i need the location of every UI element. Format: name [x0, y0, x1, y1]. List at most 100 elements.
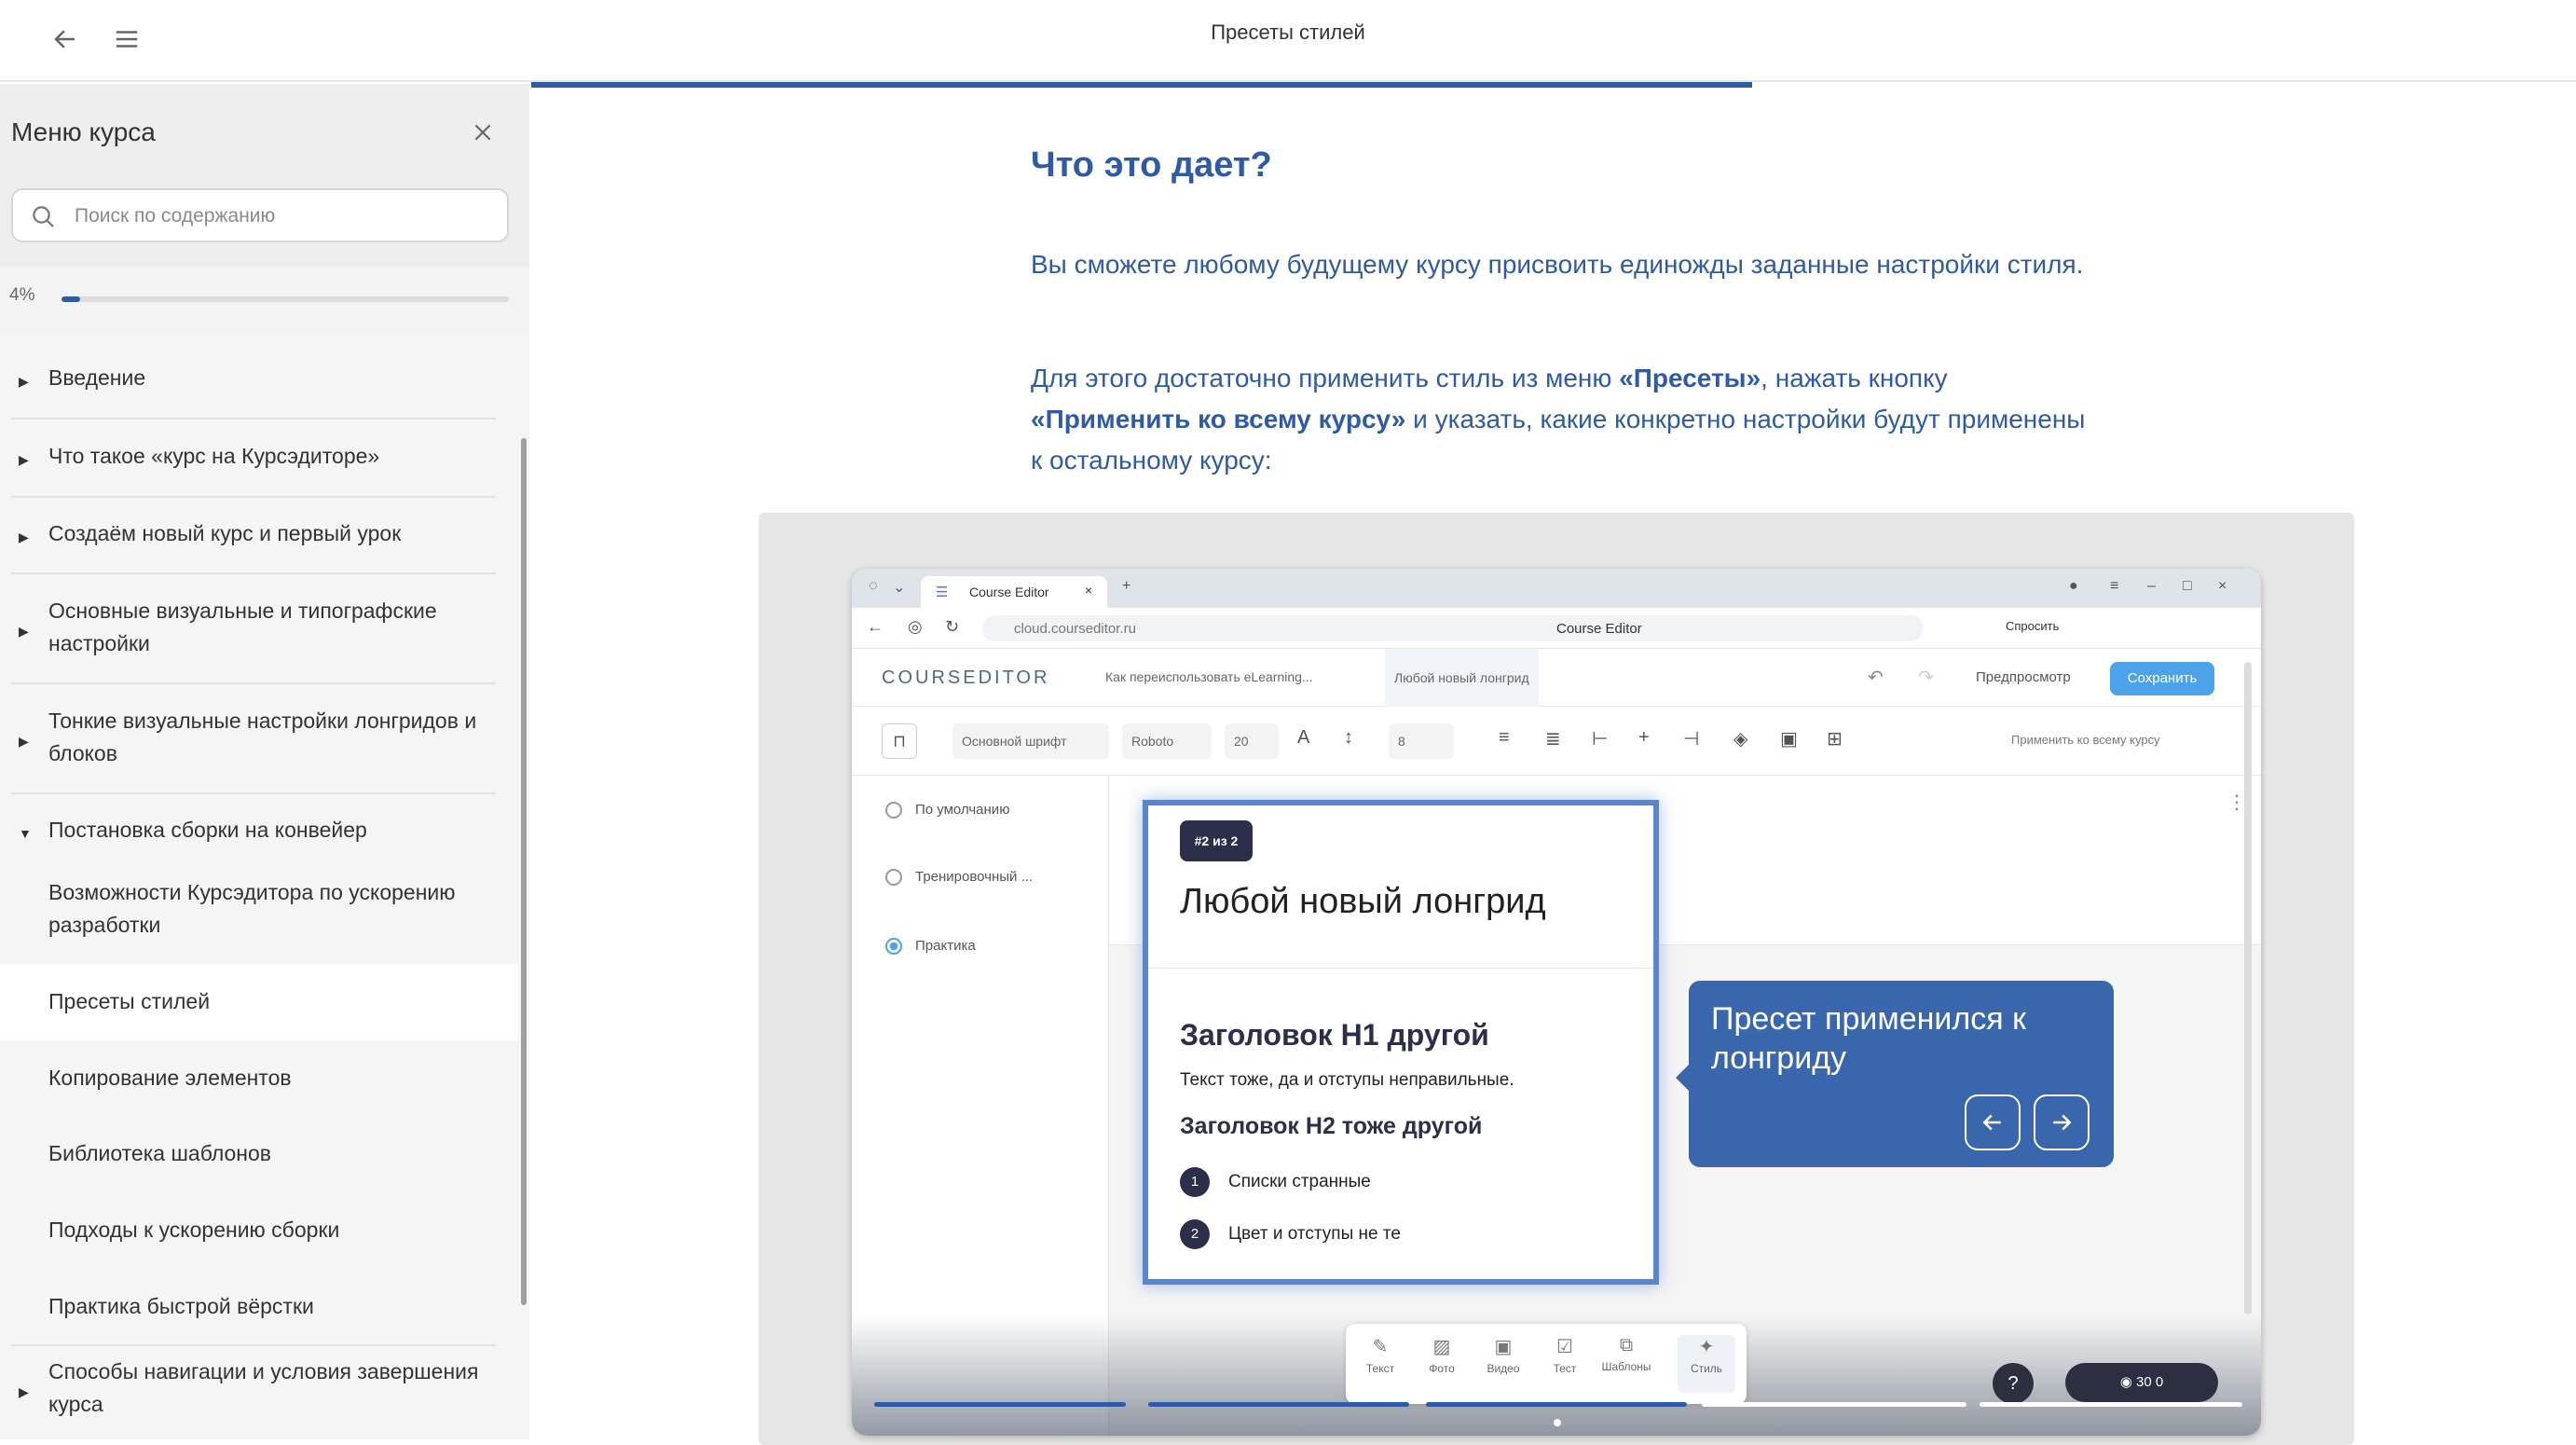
tool-label: Текст [1365, 1362, 1395, 1375]
minimize-icon: – [2147, 578, 2156, 594]
tool-text: ✎ Текст [1351, 1335, 1409, 1375]
apply-to-course-link: Применить ко всему курсу [2011, 733, 2160, 747]
arrow-right-icon [2053, 1114, 2072, 1131]
embedded-scrollbar [2244, 662, 2252, 1314]
list-number: 2 [1180, 1219, 1210, 1249]
chevron-down-icon: ⌄ [893, 580, 906, 596]
close-sidebar-button[interactable] [462, 112, 503, 153]
page-badge: #2 из 2 [1180, 820, 1253, 861]
longread-card: #2 из 2 Любой новый лонгрид Заголовок H1… [1143, 800, 1659, 1285]
tab-menu-icon: ◌ [869, 578, 878, 594]
tab-title: Course Editor [969, 585, 1049, 599]
menu-section-fine-settings[interactable]: ▶ Тонкие визуальные настройки лонгридов … [11, 684, 496, 794]
breadcrumb-course: Как переиспользовать eLearning... [1105, 669, 1313, 684]
arrow-left-icon [1982, 1114, 2001, 1131]
page-title-text: Course Editor [1556, 621, 1642, 637]
progress-percent: 4% [9, 285, 35, 305]
card-heading-h2: Заголовок H2 тоже другой [1180, 1113, 1483, 1139]
paragraph-2-text: Для этого достаточно применить стиль из … [1031, 364, 1620, 392]
list-text: Списки странные [1228, 1172, 1371, 1192]
menu-section-pipeline[interactable]: ▼ Постановка сборки на конвейер [11, 794, 496, 871]
breadcrumb-longread: Любой новый лонгрид [1385, 649, 1539, 707]
fill-icon: ◈ [1733, 729, 1748, 750]
slide-progress-segment [1148, 1402, 1409, 1407]
menu-section-navigation[interactable]: ▶ Способы навигации и условия завершения… [11, 1346, 496, 1439]
list-item: 1 Списки странные [1180, 1167, 1371, 1197]
apply-all-term: «Применить ко всему курсу» [1031, 405, 1406, 434]
caret-right-icon: ▶ [19, 1384, 29, 1399]
caret-right-icon: ▶ [19, 624, 29, 639]
search-input[interactable] [75, 200, 494, 233]
list-icon: ☰ [936, 585, 949, 600]
tool-test: ☑ Тест [1536, 1335, 1594, 1375]
menu-lesson-copy-elements[interactable]: Копирование элементов [11, 1040, 496, 1117]
line-height-icon: ↕ [1344, 727, 1353, 748]
menu-section-introduction[interactable]: ▶ Введение [11, 343, 496, 420]
plus-icon: + [1122, 578, 1131, 594]
stats-pill: ◉ 30 0 [2065, 1363, 2218, 1402]
slide-progress-segment [1426, 1402, 1687, 1407]
preset-default: По умолчанию [885, 802, 1009, 819]
courseditor-logo: COURSEDITOR [882, 667, 1050, 688]
paragraph-1: Вы сможете любому будущему курсу присвои… [1031, 250, 2084, 279]
reload-icon: ↻ [945, 617, 960, 636]
radio-selected [885, 938, 902, 956]
list-number: 1 [1180, 1167, 1210, 1197]
tool-video: ▣ Видео [1474, 1335, 1532, 1375]
menu-lesson-capabilities[interactable]: Возможности Курсэдитора по ускорению раз… [11, 871, 496, 953]
redo-icon: ↷ [1918, 667, 1934, 688]
magic-wand-icon: ✦ [1698, 1337, 1715, 1357]
arrow-left-icon: ← [867, 617, 884, 636]
checkbox-icon: ☑ [1556, 1337, 1573, 1357]
image-icon: ▨ [1432, 1337, 1451, 1357]
card-text: Текст тоже, да и отступы неправильные. [1180, 1070, 1514, 1090]
align-right-icon: ⊣ [1683, 729, 1700, 750]
section-heading: Что это дает? [1031, 145, 1272, 185]
progress-fill [62, 296, 80, 302]
text-color-icon: A [1297, 727, 1310, 748]
close-icon [474, 124, 491, 141]
tooltip-arrow [1676, 1065, 1689, 1091]
radio [885, 869, 902, 887]
help-button: ? [1993, 1363, 2034, 1404]
avatar: ● [2069, 578, 2078, 594]
sidebar-scrollbar[interactable] [521, 438, 527, 1305]
menu-lesson-style-presets[interactable]: Пресеты стилей [0, 964, 518, 1040]
menu-lesson-fast-layout[interactable]: Практика быстрой вёрстки [11, 1270, 496, 1346]
tool-label: Стиль [1690, 1362, 1723, 1375]
menu-lesson-template-library[interactable]: Библиотека шаблонов [11, 1117, 496, 1193]
tooltip-next-button[interactable] [2034, 1094, 2090, 1150]
caret-right-icon: ▶ [19, 374, 29, 389]
tool-label: Фото [1429, 1362, 1455, 1375]
tooltip-prev-button[interactable] [1965, 1094, 2021, 1150]
eye-icon: ◉ [2119, 1374, 2137, 1390]
font-size-select: 20 [1225, 723, 1279, 759]
page-title: Пресеты стилей [1211, 21, 1365, 44]
menu-section-visual-settings[interactable]: ▶ Основные визуальные и типографские нас… [11, 574, 496, 684]
menu-section-new-course[interactable]: ▶ Создаём новый курс и первый урок [11, 498, 496, 574]
ask-button: Спросить [2006, 619, 2060, 633]
bookmark-icon: ⊓ [882, 723, 917, 759]
url-field: cloud.courseditor.ru Course Editor [982, 615, 1924, 641]
tool-templates: ⧉ Шаблоны [1597, 1335, 1655, 1373]
hint-tooltip: Пресет применился к лонгриду [1676, 981, 2114, 1167]
caret-down-icon: ▼ [19, 826, 32, 841]
tool-style: ✦ Стиль [1678, 1335, 1735, 1393]
url-text: cloud.courseditor.ru [1014, 621, 1136, 637]
align-middle-icon: + [1638, 727, 1650, 748]
menu-lesson-approaches[interactable]: Подходы к ускорению сборки [11, 1193, 496, 1270]
tool-photo: ▨ Фото [1413, 1335, 1471, 1375]
browser-tabstrip: ◌ ⌄ ☰ Course Editor × + ● ≡ – □ × [852, 569, 2261, 608]
course-menu-sidebar: Меню курса 4% ▶ Введение ▶ Что такое «ку… [0, 84, 529, 1439]
menu-section-what-is-course[interactable]: ▶ Что такое «курс на Курсэдиторе» [11, 420, 496, 498]
browser-tab: ☰ Course Editor × [921, 576, 1107, 608]
presets-term: «Пресеты» [1619, 364, 1761, 392]
slide-progress-segment [1702, 1402, 1966, 1407]
video-icon: ▣ [1494, 1337, 1513, 1357]
slide-progress-segment [1980, 1402, 2242, 1407]
bottom-toolbar: ✎ Текст ▨ Фото ▣ Видео ☑ Тест ⧉ Шаблоны ✦ Стил… [1346, 1324, 1747, 1404]
card-title: Любой новый лонгрид [1180, 882, 1546, 921]
pencil-icon: ✎ [1372, 1337, 1389, 1357]
undo-icon: ↶ [1868, 667, 1884, 688]
font-role-select: Основной шрифт [952, 723, 1109, 759]
